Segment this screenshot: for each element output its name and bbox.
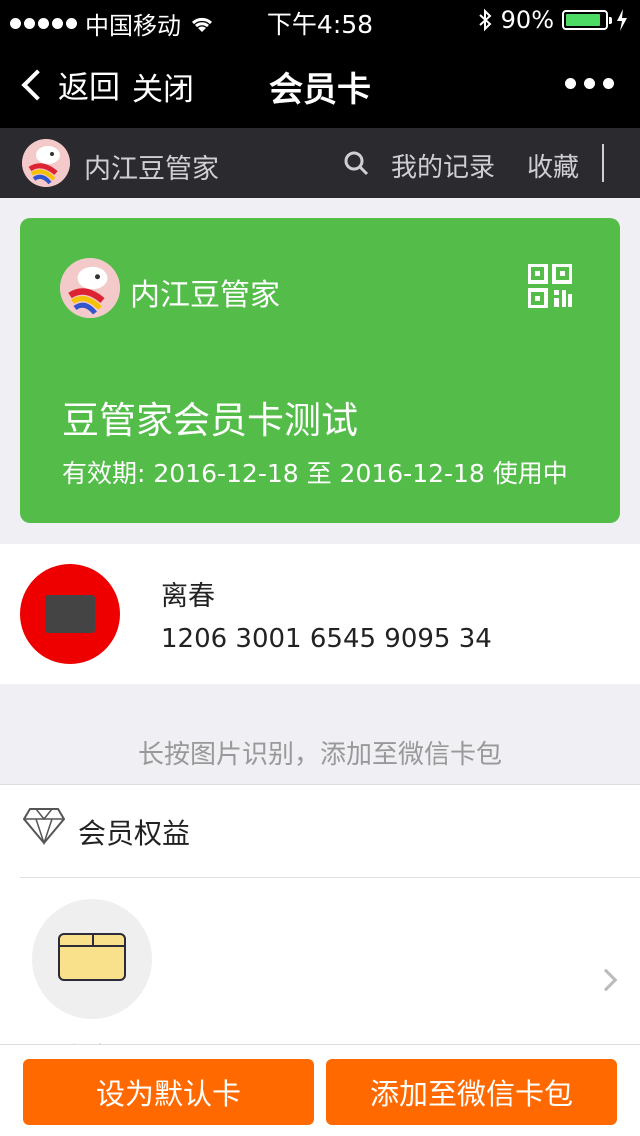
qr-code-icon[interactable] (528, 264, 572, 308)
mascot-logo-icon (60, 258, 120, 318)
favorite-link[interactable]: 收藏 (527, 147, 579, 184)
benefit-item-free-shipping[interactable] (32, 899, 152, 1019)
store-avatar[interactable] (22, 139, 70, 187)
charging-icon (617, 9, 627, 31)
member-name: 离春 (161, 581, 215, 612)
store-logo-icon (45, 595, 95, 633)
package-icon (58, 933, 126, 981)
card-brand: 内江豆管家 (130, 278, 280, 313)
chevron-right-icon[interactable] (594, 968, 618, 992)
chevron-left-icon (21, 68, 53, 101)
mascot-logo-icon (22, 139, 70, 187)
my-records-link[interactable]: 我的记录 (391, 147, 495, 184)
member-number: 1206 3001 6545 9095 34 (161, 624, 492, 654)
nav-bar: 返回 关闭 会员卡 (0, 40, 640, 128)
battery-icon (562, 10, 612, 30)
membership-card[interactable]: 内江豆管家 豆管家会员卡测试 有效期: 2016-12-18 至 2016-12… (20, 218, 620, 523)
divider (602, 144, 604, 182)
back-button[interactable]: 返回 (18, 62, 120, 107)
member-info: 离春 1206 3001 6545 9095 34 (0, 544, 640, 684)
add-to-wallet-hint: 长按图片识别，添加至微信卡包 (137, 740, 502, 770)
card-validity: 有效期: 2016-12-18 至 2016-12-18 使用中 (62, 459, 568, 488)
back-label: 返回 (58, 70, 120, 106)
search-icon[interactable] (343, 150, 369, 176)
benefits-title: 会员权益 (78, 817, 191, 850)
benefits-section: 会员权益 包邮 (0, 784, 640, 1073)
bluetooth-icon (478, 8, 492, 32)
status-bar: 中国移动 下午4:58 90% (0, 0, 640, 40)
set-default-card-button[interactable]: 设为默认卡 (23, 1059, 314, 1125)
store-name[interactable]: 内江豆管家 (84, 147, 219, 186)
card-title: 豆管家会员卡测试 (62, 399, 358, 442)
member-badge (20, 564, 120, 664)
card-logo (60, 258, 120, 318)
battery-percent: 90% (500, 6, 554, 34)
status-right: 90% (477, 6, 628, 34)
store-bar: 内江豆管家 我的记录 收藏 (0, 128, 640, 198)
diamond-icon (22, 808, 66, 845)
add-to-wechat-wallet-button[interactable]: 添加至微信卡包 (326, 1059, 617, 1125)
bottom-action-bar: 设为默认卡 添加至微信卡包 (0, 1044, 640, 1136)
close-button[interactable]: 关闭 (132, 64, 194, 109)
more-icon[interactable] (565, 78, 614, 89)
divider (20, 877, 640, 878)
